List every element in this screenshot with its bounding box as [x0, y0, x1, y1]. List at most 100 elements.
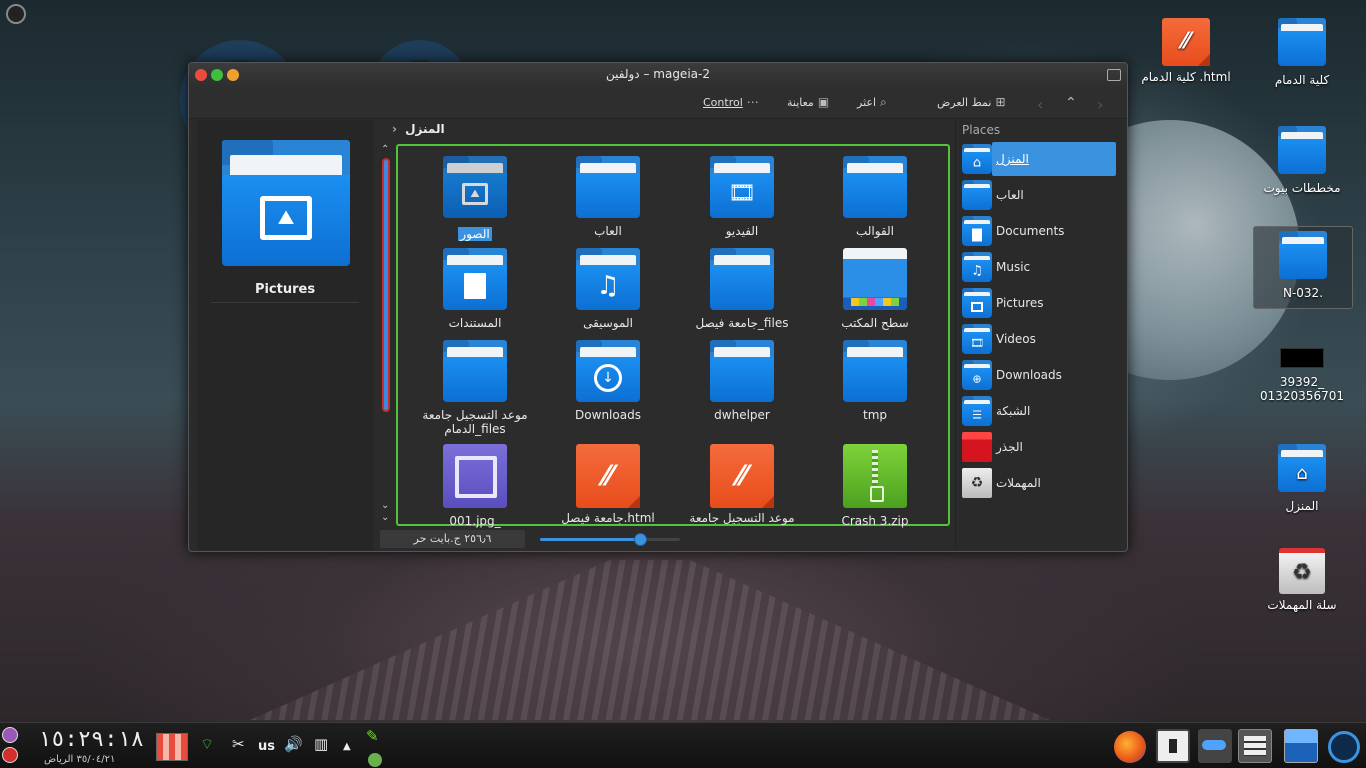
- place-videos[interactable]: 🎞 Videos: [962, 322, 1116, 356]
- file-label: dwhelper: [714, 408, 770, 422]
- place-downloads[interactable]: ⊕ Downloads: [962, 358, 1116, 392]
- desktop-toolbox-icon[interactable]: [6, 4, 26, 24]
- file-item[interactable]: ⁄⁄ موعد التسجيل جامعة: [675, 444, 809, 525]
- folder-icon: [843, 156, 907, 218]
- control-button[interactable]: Control ⋯: [703, 95, 759, 109]
- status-dot-icon[interactable]: [368, 753, 382, 767]
- file-item[interactable]: العاب: [541, 156, 675, 238]
- desktop-show-button[interactable]: [1284, 729, 1318, 763]
- trash-icon: ♻: [962, 468, 992, 498]
- preview-label: معاينة: [787, 95, 814, 109]
- breadcrumb[interactable]: › المنزل: [380, 120, 948, 142]
- file-label: موعد التسجيل جامعة: [689, 511, 795, 525]
- settings-launcher[interactable]: [1198, 729, 1232, 763]
- scrollbar-handle[interactable]: [382, 158, 390, 412]
- scroll-down-icon[interactable]: ⌄: [381, 500, 389, 511]
- file-item[interactable]: Crash 3.zip: [808, 444, 942, 528]
- pictures-icon: [962, 288, 992, 318]
- place-network[interactable]: ☰ الشبكة: [962, 394, 1116, 428]
- breadcrumb-home[interactable]: المنزل: [405, 122, 444, 136]
- file-item[interactable]: سطح المكتب: [808, 248, 942, 330]
- place-label: Videos: [996, 332, 1036, 346]
- scroll-down-icon[interactable]: ⌄: [381, 512, 389, 523]
- image-file-icon: [443, 444, 507, 508]
- system-monitor-icon[interactable]: [156, 733, 188, 761]
- back-button[interactable]: ‹: [1037, 95, 1043, 114]
- file-cabinet-icon: [1244, 736, 1266, 756]
- desktop-icon-trash[interactable]: ♻ سلة المهملات: [1252, 548, 1352, 612]
- tray-expand-icon[interactable]: ▲: [343, 741, 351, 752]
- file-item[interactable]: 001.jpg_: [408, 444, 542, 528]
- pen-icon[interactable]: ✎: [366, 727, 379, 745]
- zoom-slider[interactable]: [540, 533, 680, 546]
- file-label: الصور: [458, 227, 492, 241]
- place-home[interactable]: ⌂ المنزل: [962, 142, 1116, 176]
- folder-icon: [443, 340, 507, 402]
- file-item[interactable]: ♫ الموسيقى: [541, 248, 675, 330]
- music-icon: ♫: [962, 252, 992, 282]
- scissors-icon[interactable]: ✂: [232, 735, 245, 753]
- place-label: الشبكة: [996, 404, 1031, 418]
- place-root[interactable]: الجذر: [962, 430, 1116, 464]
- desktop-icon-folder[interactable]: مخططات بيوت: [1252, 126, 1352, 195]
- downloads-folder-icon: ↓: [576, 340, 640, 402]
- desktop-icon-image[interactable]: 39392_ 01320356701: [1252, 348, 1352, 403]
- zoom-slider-fill: [540, 538, 641, 541]
- window-menu-icon[interactable]: [1107, 69, 1121, 81]
- file-item[interactable]: ⛰ الصور: [408, 156, 542, 241]
- keyboard-layout[interactable]: us: [258, 739, 275, 754]
- folder-icon: [576, 156, 640, 218]
- app-menu-button[interactable]: [1328, 731, 1360, 763]
- logout-button[interactable]: [2, 747, 18, 763]
- place-documents[interactable]: Documents: [962, 214, 1116, 248]
- toggle-icon: [1202, 740, 1226, 750]
- preview-button[interactable]: معاينة ▣: [787, 95, 829, 109]
- forward-button[interactable]: ›: [1097, 95, 1103, 114]
- terminal-launcher[interactable]: [1156, 729, 1190, 763]
- wifi-icon[interactable]: ⌔: [200, 735, 214, 754]
- picture-emblem-icon: ⛰: [260, 196, 312, 241]
- zip-file-icon: [843, 444, 907, 508]
- volume-icon[interactable]: 🔊: [284, 735, 303, 753]
- scroll-up-icon[interactable]: ⌃: [381, 144, 389, 155]
- file-item[interactable]: القوالب: [808, 156, 942, 238]
- firefox-launcher[interactable]: [1114, 731, 1146, 763]
- file-item[interactable]: ⁄⁄ جامعة فيصل.html: [541, 444, 675, 525]
- place-music[interactable]: ♫ Music: [962, 250, 1116, 284]
- desktop-icon-folder-selected[interactable]: N-032.: [1253, 226, 1353, 309]
- videos-icon: 🎞: [962, 324, 992, 354]
- place-games[interactable]: العاب: [962, 178, 1116, 212]
- file-manager-task[interactable]: [1238, 729, 1272, 763]
- file-grid[interactable]: ⛰ الصور العاب 🎞 الفيديو القوالب المستندا…: [396, 144, 950, 528]
- file-item[interactable]: جامعة فيصل_files: [675, 248, 809, 330]
- file-item[interactable]: ↓ Downloads: [541, 340, 675, 422]
- zoom-slider-handle[interactable]: [633, 533, 647, 546]
- file-item[interactable]: موعد التسجيل جامعة الدمام_files: [408, 340, 542, 436]
- desktop-icon-folder[interactable]: كلية الدمام: [1252, 18, 1352, 87]
- place-pictures[interactable]: Pictures: [962, 286, 1116, 320]
- chevron-right-icon: ›: [392, 122, 397, 136]
- view-mode-button[interactable]: نمط العرض ⊞: [937, 95, 1006, 109]
- chevron-left-icon: ‹: [1037, 95, 1044, 114]
- lock-screen-button[interactable]: [2, 727, 18, 743]
- file-item[interactable]: 🎞 الفيديو: [675, 156, 809, 238]
- desktop-icon-label: كلية الدمام: [1274, 73, 1330, 87]
- clock-date: ٣٥/٠٤/٢١ الرياض: [44, 754, 116, 765]
- place-trash[interactable]: ♻ المهملات: [962, 466, 1116, 500]
- desktop-icon-html[interactable]: ⁄⁄ كلية الدمام .html: [1136, 18, 1236, 84]
- desktop-icon-home[interactable]: ⌂ المنزل: [1252, 444, 1352, 513]
- window-titlebar[interactable]: دولفين – mageia-2: [189, 63, 1127, 87]
- window-title: دولفين – mageia-2: [606, 67, 710, 81]
- clipboard-icon[interactable]: ▥: [314, 735, 328, 753]
- vertical-scrollbar[interactable]: ⌃ ⌄ ⌄: [380, 144, 392, 526]
- clock-time[interactable]: ١٥:٢٩:١٨: [38, 727, 144, 752]
- find-button[interactable]: اعثر ⌕: [857, 95, 887, 110]
- desktop-icon-label: مخططات بيوت: [1263, 181, 1341, 195]
- file-item[interactable]: المستندات: [408, 248, 542, 330]
- more-dots-icon: ⋯: [746, 95, 759, 109]
- music-folder-icon: ♫: [576, 248, 640, 310]
- file-item[interactable]: tmp: [808, 340, 942, 422]
- file-item[interactable]: dwhelper: [675, 340, 809, 422]
- file-label: القوالب: [855, 224, 895, 238]
- up-button[interactable]: ⌃: [1065, 95, 1077, 111]
